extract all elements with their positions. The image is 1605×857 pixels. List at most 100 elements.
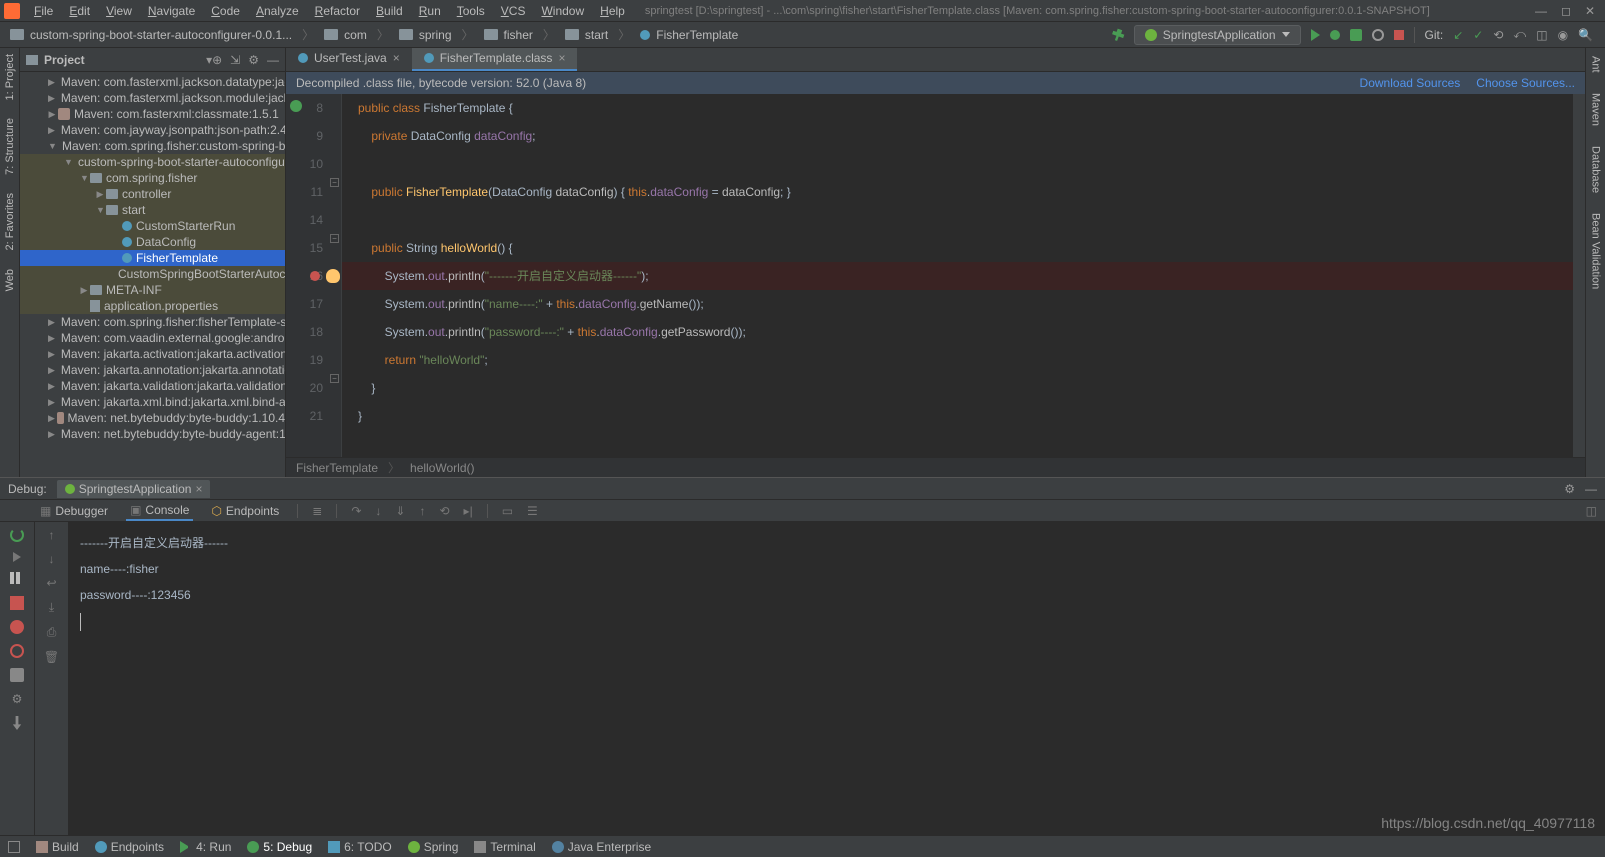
maximize-icon[interactable]: ◻	[1561, 4, 1571, 18]
tab-bean-validation[interactable]: Bean Validation	[1590, 213, 1602, 289]
menu-build[interactable]: Build	[368, 2, 411, 20]
profiler-icon[interactable]	[1372, 29, 1384, 41]
tree-node[interactable]: ▶Maven: com.spring.fisher:fisherTemplate…	[20, 314, 285, 330]
tree-node[interactable]: FisherTemplate	[20, 250, 285, 266]
tree-node[interactable]: CustomStarterRun	[20, 218, 285, 234]
tw-terminal[interactable]: Terminal	[474, 840, 535, 854]
hide-icon[interactable]: —	[267, 53, 279, 67]
breadcrumb-FisherTemplate[interactable]: FisherTemplate	[636, 26, 742, 43]
gear-icon[interactable]: ⚙	[248, 53, 259, 67]
fold-icon[interactable]: −	[330, 374, 339, 383]
tree-node[interactable]: ▶META-INF	[20, 282, 285, 298]
tree-node[interactable]: CustomSpringBootStarterAutoconfigure	[20, 266, 285, 282]
tab-debugger[interactable]: ▦Debugger	[36, 502, 112, 520]
stop-icon[interactable]	[1394, 30, 1404, 40]
minimize-icon[interactable]: —	[1535, 4, 1547, 18]
menu-file[interactable]: File	[26, 2, 61, 20]
download-sources-link[interactable]: Download Sources	[1360, 76, 1461, 90]
tree-node[interactable]: ▶Maven: com.fasterxml.jackson.module:jac…	[20, 90, 285, 106]
drop-frame-icon[interactable]: ⟲	[439, 504, 449, 518]
code-line[interactable]: System.out.println("name----:" + this.da…	[342, 290, 1573, 318]
gear-icon[interactable]: ⚙	[12, 692, 23, 706]
tab-project[interactable]: 1: Project	[4, 54, 16, 100]
stop-icon[interactable]	[10, 596, 24, 610]
close-icon[interactable]: ×	[195, 482, 202, 496]
gear-icon[interactable]: ⚙	[1564, 482, 1575, 496]
git-update-icon[interactable]: ↙	[1453, 28, 1463, 42]
git-commit-icon[interactable]: ✓	[1473, 28, 1483, 42]
code-line[interactable]: System.out.println("-------开启自定义启动器-----…	[342, 262, 1573, 290]
tab-structure[interactable]: 7: Structure	[4, 118, 16, 175]
expand-all-icon[interactable]: ⇲	[230, 53, 240, 67]
menu-navigate[interactable]: Navigate	[140, 2, 203, 20]
close-icon[interactable]: ×	[393, 51, 400, 65]
menu-tools[interactable]: Tools	[449, 2, 493, 20]
menu-code[interactable]: Code	[203, 2, 248, 20]
menu-run[interactable]: Run	[411, 2, 449, 20]
console-output[interactable]: -------开启自定义启动器------name----:fisherpass…	[68, 522, 1605, 835]
tab-endpoints[interactable]: ⬡Endpoints	[207, 502, 283, 520]
close-icon[interactable]: ✕	[1585, 4, 1595, 18]
tw-run[interactable]: 4: Run	[180, 840, 231, 854]
tab-favorites[interactable]: 2: Favorites	[4, 193, 16, 250]
editor-tab[interactable]: UserTest.java×	[286, 48, 412, 71]
code-line[interactable]: }	[342, 402, 1573, 430]
breadcrumb-fisher[interactable]: fisher	[480, 26, 537, 43]
pin-tab-icon[interactable]	[10, 716, 24, 730]
editor-tab[interactable]: FisherTemplate.class×	[412, 48, 578, 71]
tab-maven[interactable]: Maven	[1590, 93, 1602, 126]
tw-spring[interactable]: Spring	[408, 840, 459, 854]
git-revert-icon[interactable]: ⤺	[1513, 27, 1526, 42]
tree-node[interactable]: ▶Maven: jakarta.activation:jakarta.activ…	[20, 346, 285, 362]
code-line[interactable]: }	[342, 374, 1573, 402]
get-thread-dump-icon[interactable]	[10, 668, 24, 682]
tw-endpoints[interactable]: Endpoints	[95, 840, 164, 854]
debug-icon[interactable]	[1330, 30, 1340, 40]
step-into-icon[interactable]: ↓	[375, 504, 381, 518]
choose-sources-link[interactable]: Choose Sources...	[1476, 76, 1575, 90]
show-tool-windows-icon[interactable]	[8, 841, 20, 853]
menu-window[interactable]: Window	[533, 2, 592, 20]
tree-node[interactable]: ▼Maven: com.spring.fisher:custom-spring-…	[20, 138, 285, 154]
tw-debug[interactable]: 5: Debug	[247, 840, 312, 854]
breadcrumb-class[interactable]: FisherTemplate	[296, 461, 378, 475]
breadcrumb-com[interactable]: com	[320, 26, 371, 43]
clear-icon[interactable]: 🗑	[44, 650, 59, 664]
scroll-to-end-icon[interactable]: ⤓	[49, 600, 54, 615]
down-icon[interactable]: ↓	[49, 552, 55, 566]
debug-session-tab[interactable]: SpringtestApplication ×	[57, 480, 211, 498]
step-over-icon[interactable]: ↷	[351, 504, 361, 518]
step-out-icon[interactable]: ↑	[419, 504, 425, 518]
tree-node[interactable]: application.properties	[20, 298, 285, 314]
trace-icon[interactable]: ☰	[527, 504, 538, 518]
tw-java-enterprise[interactable]: Java Enterprise	[552, 840, 651, 854]
avatar-icon[interactable]: ◉	[1558, 28, 1568, 42]
tree-node[interactable]: ▶Maven: jakarta.annotation:jakarta.annot…	[20, 362, 285, 378]
tree-node[interactable]: ▶controller	[20, 186, 285, 202]
tab-ant[interactable]: Ant	[1590, 56, 1602, 73]
tab-database[interactable]: Database	[1590, 146, 1602, 193]
code-line[interactable]: private DataConfig dataConfig;	[342, 122, 1573, 150]
tree-node[interactable]: ▼start	[20, 202, 285, 218]
resume-icon[interactable]	[13, 552, 21, 562]
code-line[interactable]: public class FisherTemplate {	[342, 94, 1573, 122]
mute-breakpoints-icon[interactable]	[10, 644, 24, 658]
menu-help[interactable]: Help	[592, 2, 633, 20]
fold-icon[interactable]: −	[330, 178, 339, 187]
menu-edit[interactable]: Edit	[61, 2, 98, 20]
run-configuration-selector[interactable]: SpringtestApplication	[1134, 25, 1301, 45]
run-icon[interactable]	[1311, 29, 1320, 41]
print-icon[interactable]: ⎙	[47, 625, 57, 640]
menu-view[interactable]: View	[98, 2, 140, 20]
code-editor[interactable]: 891011−1415−1617181920−21 public class F…	[286, 94, 1585, 457]
tree-node[interactable]: ▶Maven: net.bytebuddy:byte-buddy:1.10.4	[20, 410, 285, 426]
view-breakpoints-icon[interactable]	[10, 620, 24, 634]
tree-node[interactable]: ▼custom-spring-boot-starter-autoconfigur…	[20, 154, 285, 170]
filter-icon[interactable]: ≣	[312, 504, 322, 518]
tree-node[interactable]: ▼com.spring.fisher	[20, 170, 285, 186]
soft-wrap-icon[interactable]: ↩	[46, 576, 56, 590]
close-icon[interactable]: ×	[558, 51, 565, 65]
up-icon[interactable]: ↑	[49, 528, 55, 542]
code-line[interactable]: return "helloWorld";	[342, 346, 1573, 374]
tw-todo[interactable]: 6: TODO	[328, 840, 392, 854]
